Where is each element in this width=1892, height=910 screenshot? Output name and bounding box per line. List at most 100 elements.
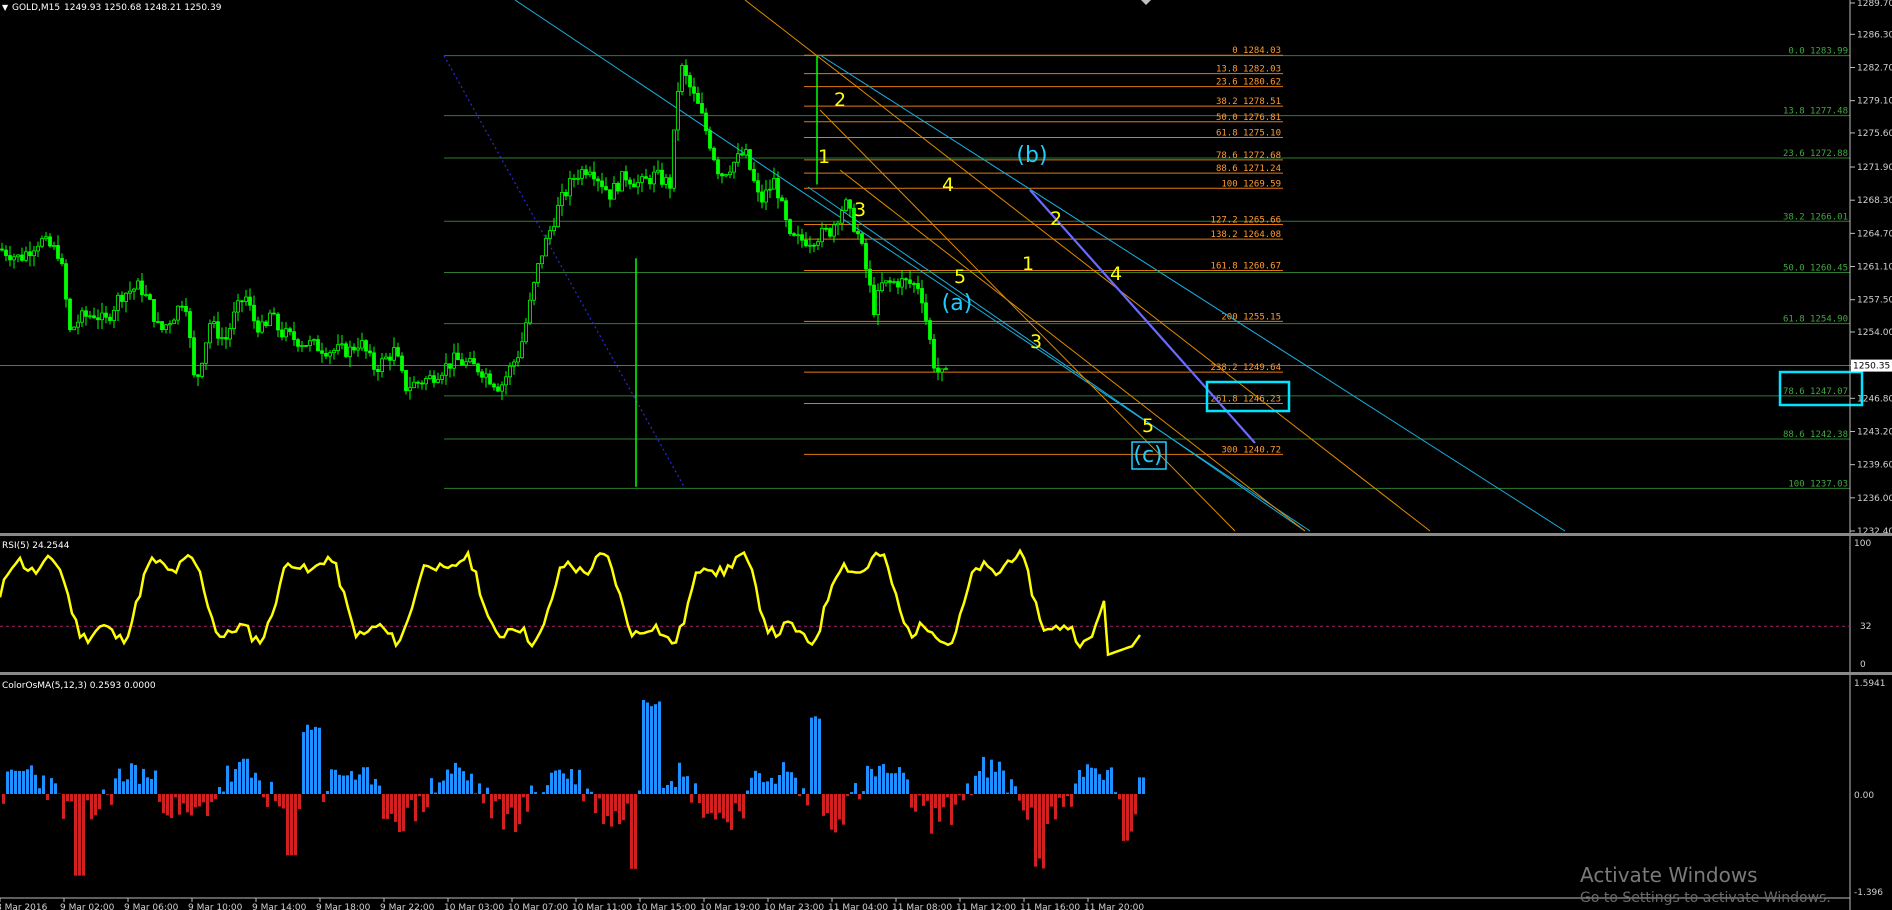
candle-body: [76, 321, 80, 328]
candle-body: [876, 290, 880, 315]
osma-bar-down: [190, 794, 193, 816]
osma-bar-down: [1018, 794, 1021, 801]
osma-bar-down: [198, 794, 201, 807]
candle-body: [104, 312, 108, 318]
candle-body: [652, 171, 656, 185]
osma-bar-down: [74, 794, 77, 876]
candle-body: [560, 192, 564, 206]
osma-bar-down: [106, 794, 109, 795]
candle-body: [340, 343, 344, 346]
osma-bar-up: [1106, 770, 1109, 794]
chart-canvas[interactable]: ▼ GOLD,M15 1249.93 1250.68 1248.21 1250.…: [0, 0, 1892, 910]
osma-bar-down: [1118, 794, 1121, 800]
candle-body: [316, 339, 320, 352]
osma-bar-down: [706, 794, 709, 814]
candle-body: [276, 313, 280, 331]
candle-body: [336, 344, 340, 351]
candle-body: [268, 312, 272, 327]
candle-body: [828, 228, 832, 237]
osma-bar-up: [22, 770, 25, 794]
candle-body: [52, 245, 56, 247]
fib-left-label: 38.2 1266.01: [1783, 212, 1848, 222]
osma-bar-down: [394, 794, 397, 822]
osma-bar-down: [954, 794, 957, 805]
wave-label: 5: [1142, 415, 1154, 437]
candle-body: [460, 359, 464, 366]
candle-body: [348, 346, 352, 357]
osma-bar-up: [570, 769, 573, 794]
price-tick-label: 1239.60: [1857, 461, 1892, 471]
candle-body: [576, 177, 580, 180]
osma-bar-down: [482, 794, 485, 804]
candle-body: [520, 341, 524, 359]
collapse-arrow-icon[interactable]: ▼: [2, 3, 9, 12]
candle-body: [844, 199, 848, 212]
candle-body: [860, 233, 864, 244]
osma-bar-up: [314, 726, 317, 794]
candle-body: [816, 241, 820, 246]
candle-body: [620, 171, 624, 192]
candle-body: [84, 310, 88, 317]
candle-body: [636, 181, 640, 188]
osma-bar-up: [654, 704, 657, 794]
osma-bar-up: [142, 768, 145, 794]
osma-level-min: -1.396: [1854, 888, 1883, 898]
candle-body: [408, 387, 412, 392]
osma-bar-up: [150, 778, 153, 794]
osma-bar-down: [426, 794, 429, 808]
candle-body: [136, 280, 140, 290]
osma-bar-down: [626, 794, 629, 804]
osma-bar-down: [846, 794, 849, 796]
osma-bar-down: [498, 794, 501, 800]
osma-bar-down: [182, 794, 185, 804]
osma-bar-down: [1126, 794, 1129, 841]
candle-body: [24, 251, 28, 261]
osma-bar-up: [1002, 770, 1005, 794]
osma-bar-down: [1042, 794, 1045, 869]
candle-body: [148, 294, 152, 300]
candle-body: [640, 176, 644, 183]
candle-body: [692, 86, 696, 94]
osma-bar-up: [694, 783, 697, 794]
fib-right-label: 100 1269.59: [1221, 179, 1281, 189]
osma-bar-down: [278, 794, 281, 807]
osma-bar-up: [326, 791, 329, 794]
candle-body: [368, 350, 372, 354]
osma-bar-down: [526, 794, 529, 812]
osma-bar-down: [934, 794, 937, 809]
osma-bar-up: [354, 779, 357, 794]
candle-body: [188, 311, 192, 339]
fib-right-label: 261.8 1246.23: [1211, 395, 1281, 405]
time-tick-label: 11 Mar 04:00: [828, 903, 888, 910]
wave-label: 3: [854, 199, 866, 221]
candle-body: [280, 329, 284, 338]
osma-bar-up: [746, 790, 749, 794]
osma-bar-up: [54, 783, 57, 794]
osma-bar-up: [530, 785, 533, 794]
candle-body: [924, 302, 928, 321]
candle-body: [440, 374, 444, 380]
osma-bar-down: [94, 794, 97, 816]
osma-bar-down: [262, 794, 265, 798]
wave-label: (c): [1133, 443, 1162, 468]
osma-bar-down: [1022, 794, 1025, 811]
candle-body: [708, 130, 712, 149]
osma-bar-up: [346, 775, 349, 794]
osma-bar-down: [1030, 794, 1033, 808]
price-tick-label: 1282.70: [1857, 64, 1892, 74]
osma-bar-down: [406, 794, 409, 808]
candle-body: [672, 129, 676, 189]
pane-separator-osma[interactable]: [0, 672, 1892, 675]
osma-bar-up: [10, 769, 13, 794]
candle-body: [48, 236, 52, 247]
osma-bar-down: [46, 794, 49, 800]
osma-bar-down: [1062, 794, 1065, 807]
candle-body: [616, 182, 620, 192]
osma-bar-down: [970, 794, 973, 796]
price-tick-label: 1279.10: [1857, 97, 1892, 107]
osma-bar-down: [286, 794, 289, 856]
candle-body: [128, 290, 132, 294]
candle-body: [304, 345, 308, 347]
pane-separator-rsi[interactable]: [0, 533, 1892, 536]
osma-bar-up: [994, 771, 997, 794]
